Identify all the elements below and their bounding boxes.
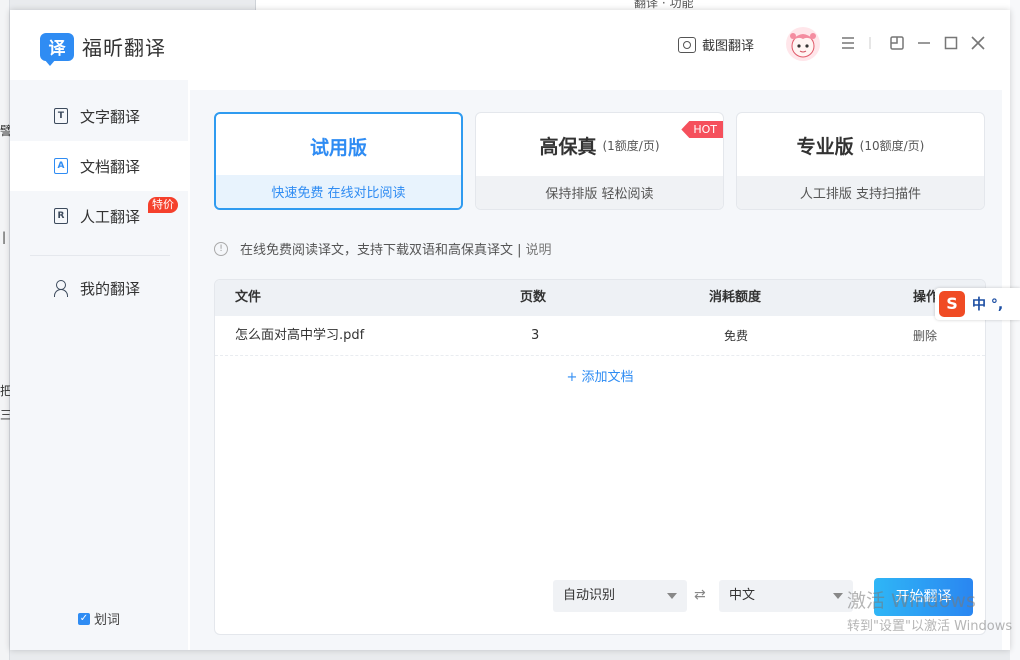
plan-card-trial[interactable]: 试用版 快速免费 在线对比阅读: [214, 112, 463, 210]
quota-value: 免费: [724, 329, 749, 343]
source-language-select[interactable]: 自动识别: [553, 580, 687, 612]
info-icon: !: [214, 241, 228, 256]
plan-title: 高保真 (1额度/页): [476, 113, 723, 177]
sidebar-item-text-translate[interactable]: T 文字翻译: [10, 91, 188, 141]
doc-translate-icon: A: [54, 158, 68, 174]
file-name: 怎么面对高中学习.pdf: [235, 328, 365, 343]
screenshot-translate-label: 截图翻译: [702, 39, 755, 54]
sidebar-item-human-translate[interactable]: R 人工翻译 特价: [10, 191, 188, 241]
human-translate-icon: R: [54, 208, 68, 224]
column-header-quota: 消耗额度: [709, 290, 762, 305]
plan-subtitle: 保持排版 轻松阅读: [476, 176, 723, 209]
table-header: 文件 页数 消耗额度 操作: [215, 280, 985, 316]
ime-toolbar[interactable]: S 中 °,: [935, 288, 1020, 320]
plan-subtitle: 快速免费 在线对比阅读: [216, 175, 461, 208]
screenshot-translate-button[interactable]: 截图翻译: [678, 35, 754, 54]
table-row: 怎么面对高中学习.pdf 3 免费 删除: [215, 316, 985, 356]
minimize-icon[interactable]: [915, 35, 933, 53]
plan-quota: (1额度/页): [602, 138, 660, 153]
text-translate-icon: T: [54, 108, 68, 124]
delete-button[interactable]: 删除: [913, 316, 937, 356]
sidebar-item-label: 我的翻译: [80, 279, 141, 298]
chevron-down-icon: [667, 593, 677, 599]
background-fragment: |: [2, 230, 7, 244]
plan-quota: (10额度/页): [859, 138, 925, 153]
desktop-left-strip: [0, 0, 10, 660]
column-header-pages: 页数: [520, 290, 547, 305]
plan-subtitle: 人工排版 支持扫描件: [737, 176, 984, 209]
camera-icon: [678, 36, 696, 53]
avatar[interactable]: [786, 27, 820, 61]
logo-icon: 译: [40, 32, 74, 66]
main-panel: 试用版 快速免费 在线对比阅读 高保真 (1额度/页) HOT 保持排版 轻松阅…: [190, 90, 1002, 650]
special-price-badge: 特价: [148, 197, 178, 213]
plan-title: 试用版: [216, 114, 461, 178]
user-icon: [54, 280, 70, 297]
plan-name: 试用版: [309, 136, 367, 159]
target-language-value: 中文: [729, 588, 756, 603]
source-language-value: 自动识别: [563, 588, 616, 603]
word-select-label: 划词: [94, 613, 121, 628]
info-note: ! 在线免费阅读译文，支持下载双语和高保真译文 | 说明: [214, 239, 552, 258]
sidebar-item-label: 文字翻译: [80, 107, 141, 126]
plan-card-high-fidelity[interactable]: 高保真 (1额度/页) HOT 保持排版 轻松阅读: [475, 112, 724, 210]
sogou-ime-icon: S: [939, 291, 965, 317]
swap-languages-icon[interactable]: ⇄: [694, 587, 706, 603]
page-count: 3: [531, 328, 540, 343]
ime-mode-text: 中 °,: [972, 297, 1004, 313]
plan-name: 高保真: [539, 135, 597, 158]
titlebar-divider: [868, 35, 872, 53]
app-logo: 译 福昕翻译: [40, 32, 166, 66]
sidebar-item-doc-translate[interactable]: A 文档翻译: [10, 141, 188, 191]
menu-icon[interactable]: [839, 35, 857, 53]
close-icon[interactable]: [969, 35, 987, 53]
start-translate-button[interactable]: 开始翻译: [874, 578, 973, 616]
sidebar-divider: [30, 255, 170, 256]
sidebar-item-label: 人工翻译: [80, 207, 141, 226]
column-header-file: 文件: [235, 290, 262, 305]
checkbox-checked-icon: ✓: [78, 612, 90, 625]
app-name: 福昕翻译: [82, 36, 166, 60]
hot-badge: HOT: [681, 121, 723, 138]
plan-name: 专业版: [796, 135, 854, 158]
sidebar-item-label: 文档翻译: [80, 157, 141, 176]
word-select-toggle[interactable]: ✓ 划词: [78, 609, 120, 628]
title-bar: 译 福昕翻译 截图翻译: [10, 10, 1010, 80]
info-help-link[interactable]: 说明: [526, 239, 552, 258]
target-language-select[interactable]: 中文: [719, 580, 853, 612]
pin-icon[interactable]: [888, 35, 906, 53]
plan-card-professional[interactable]: 专业版 (10额度/页) 人工排版 支持扫描件: [736, 112, 985, 210]
info-text: 在线免费阅读译文，支持下载双语和高保真译文 |: [240, 243, 522, 258]
chevron-down-icon: [833, 593, 843, 599]
add-document-button[interactable]: + 添加文档: [215, 366, 985, 385]
sidebar-item-my-translations[interactable]: 我的翻译: [10, 263, 188, 313]
maximize-icon[interactable]: [942, 35, 960, 53]
background-window-top: 翻译 · 功能: [255, 0, 1010, 10]
sidebar: T 文字翻译 A 文档翻译 R 人工翻译 特价 我的翻译 ✓ 划词: [10, 80, 188, 650]
plan-title: 专业版 (10额度/页): [737, 113, 984, 177]
app-window: 译 福昕翻译 截图翻译 T 文字翻译 A 文档翻译 R 人工翻译 特价 我的翻译…: [10, 10, 1010, 650]
desktop-right-strip: [1010, 0, 1020, 660]
